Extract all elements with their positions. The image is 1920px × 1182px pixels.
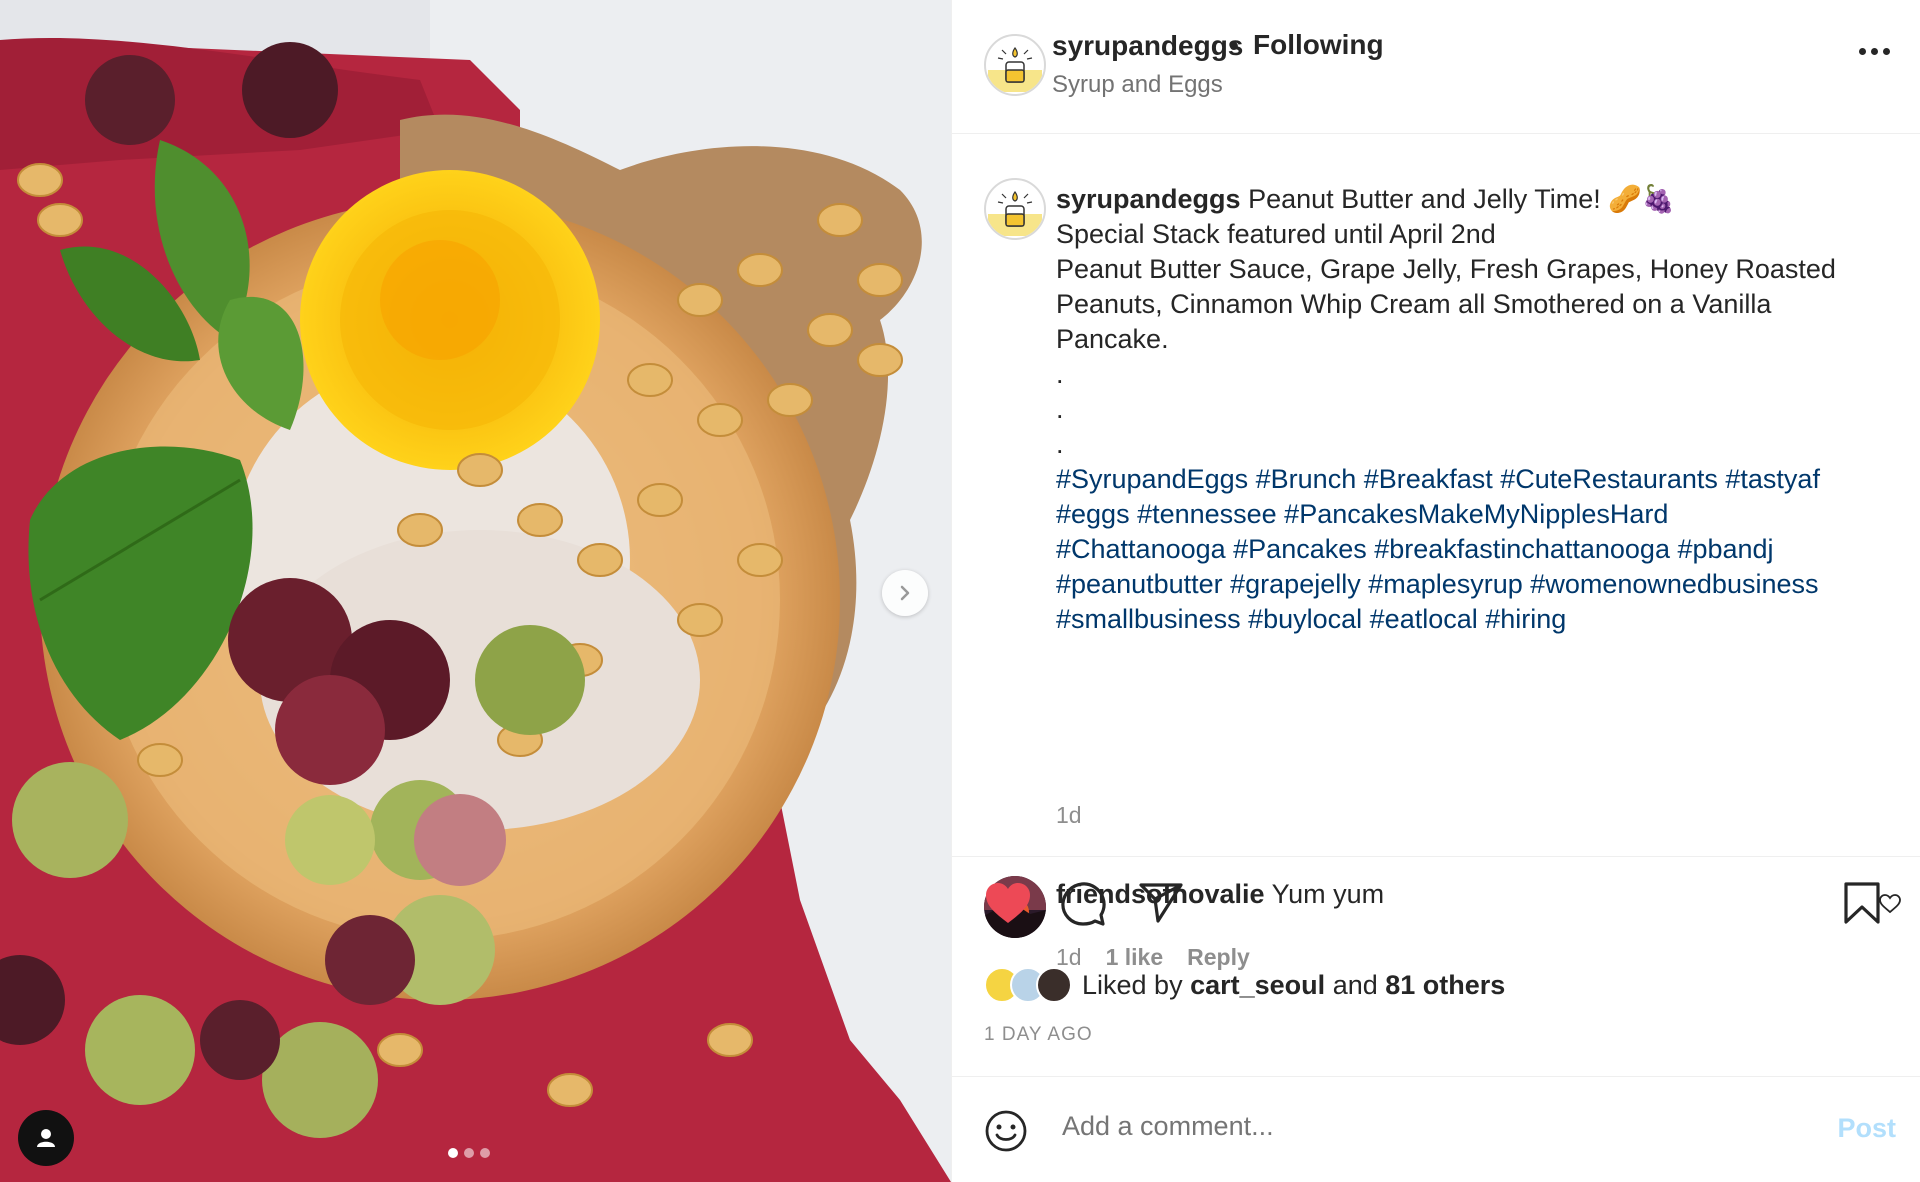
hashtag-line[interactable]: #eggs #tennessee #PancakesMakeMyNipplesH… xyxy=(1056,497,1886,532)
emoji-button[interactable] xyxy=(984,1109,1028,1158)
share-button[interactable] xyxy=(1138,881,1184,930)
like-button[interactable] xyxy=(984,881,1032,930)
comment-composer: Post xyxy=(952,1077,1920,1182)
more-options-icon[interactable] xyxy=(1859,48,1890,55)
others-likes-link[interactable]: 81 others xyxy=(1385,970,1505,1000)
post-comment-button[interactable]: Post xyxy=(1837,1113,1896,1144)
carousel-dot xyxy=(464,1148,474,1158)
caption-line: . xyxy=(1056,359,1064,389)
liker-username[interactable]: cart_seoul xyxy=(1190,970,1325,1000)
comment-icon xyxy=(1061,882,1106,926)
post-date[interactable]: 1 DAY AGO xyxy=(984,1024,1093,1046)
comment-input[interactable] xyxy=(1062,1111,1762,1142)
post-modal: syrupandeggs • Following Syrup and Eggs xyxy=(0,0,1920,1182)
hashtag-line[interactable]: #Chattanooga #Pancakes #breakfastinchatt… xyxy=(1056,532,1886,567)
header-subtitle: Syrup and Eggs xyxy=(1052,71,1223,98)
comments-area: syrupandeggs Peanut Butter and Jelly Tim… xyxy=(952,134,1920,970)
liker-avatar xyxy=(1036,967,1072,1003)
post-header: syrupandeggs • Following Syrup and Eggs xyxy=(952,0,1920,134)
smiley-icon xyxy=(985,1110,1027,1152)
caption-line: Pancake. xyxy=(1056,324,1169,354)
send-icon xyxy=(1139,883,1183,923)
caption-line: . xyxy=(1056,429,1064,459)
post-photo[interactable] xyxy=(0,0,951,1182)
carousel-dot-active xyxy=(448,1148,458,1158)
heart-filled-icon xyxy=(986,883,1030,923)
liker-avatars[interactable] xyxy=(984,967,1072,1003)
hashtag-line[interactable]: #smallbusiness #buylocal #eatlocal #hiri… xyxy=(1056,602,1886,637)
save-button[interactable] xyxy=(1842,881,1882,930)
user-icon xyxy=(37,1129,55,1147)
comment-button[interactable] xyxy=(1060,881,1106,932)
liked-by-text: Liked by cart_seoul and 81 others xyxy=(1082,969,1506,1000)
caption-line: Peanuts, Cinnamon Whip Cream all Smother… xyxy=(1056,289,1772,319)
hashtag-line[interactable]: #peanutbutter #grapejelly #maplesyrup #w… xyxy=(1056,567,1886,602)
caption-line: Peanut Butter Sauce, Grape Jelly, Fresh … xyxy=(1056,254,1836,284)
chevron-right-icon xyxy=(900,585,910,601)
caption-timestamp[interactable]: 1d xyxy=(1056,802,1082,829)
syrup-jar-logo-icon xyxy=(988,183,1042,236)
post-actions: Liked by cart_seoul and 81 others 1 DAY … xyxy=(952,857,1920,1077)
bookmark-icon xyxy=(1844,882,1880,924)
header-separator: • xyxy=(1229,30,1239,61)
likes-summary: Liked by cart_seoul and 81 others xyxy=(984,967,1505,1003)
caption-line: . xyxy=(1056,394,1064,424)
profile-avatar[interactable] xyxy=(984,34,1046,96)
carousel-indicator xyxy=(448,1148,490,1158)
next-photo-button[interactable] xyxy=(882,570,928,616)
following-button[interactable]: Following xyxy=(1253,29,1384,61)
header-username[interactable]: syrupandeggs xyxy=(1052,30,1243,62)
caption-line: Special Stack featured until April 2nd xyxy=(1056,219,1496,249)
caption-avatar[interactable] xyxy=(984,178,1046,240)
tagged-users-button[interactable] xyxy=(18,1110,74,1166)
pancake-photo xyxy=(0,0,951,1182)
caption-username[interactable]: syrupandeggs xyxy=(1056,184,1241,214)
hashtag-line[interactable]: #SyrupandEggs #Brunch #Breakfast #CuteRe… xyxy=(1056,462,1886,497)
post-caption: syrupandeggs Peanut Butter and Jelly Tim… xyxy=(1056,182,1886,637)
syrup-jar-logo-icon xyxy=(988,39,1042,92)
post-sidebar: syrupandeggs • Following Syrup and Eggs xyxy=(951,0,1920,1182)
caption-line: syrupandeggs Peanut Butter and Jelly Tim… xyxy=(1056,184,1676,214)
carousel-dot xyxy=(480,1148,490,1158)
